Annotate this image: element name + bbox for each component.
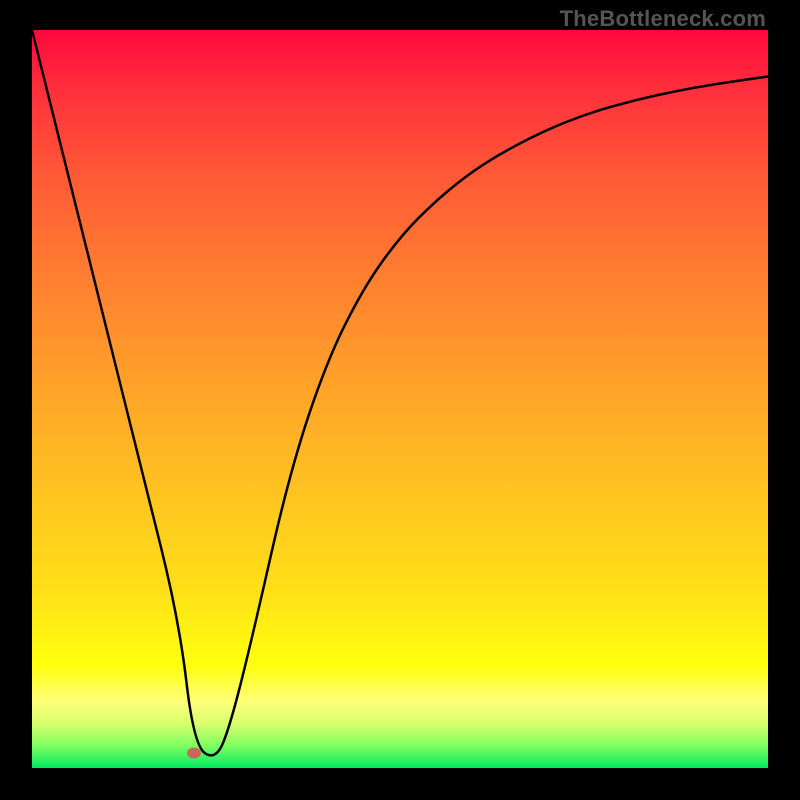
- curve-svg: [32, 30, 768, 768]
- plot-area: [32, 30, 768, 768]
- watermark-text: TheBottleneck.com: [560, 6, 766, 32]
- minimum-marker: [187, 748, 201, 759]
- bottleneck-curve-path: [32, 30, 768, 755]
- chart-frame: TheBottleneck.com: [0, 0, 800, 800]
